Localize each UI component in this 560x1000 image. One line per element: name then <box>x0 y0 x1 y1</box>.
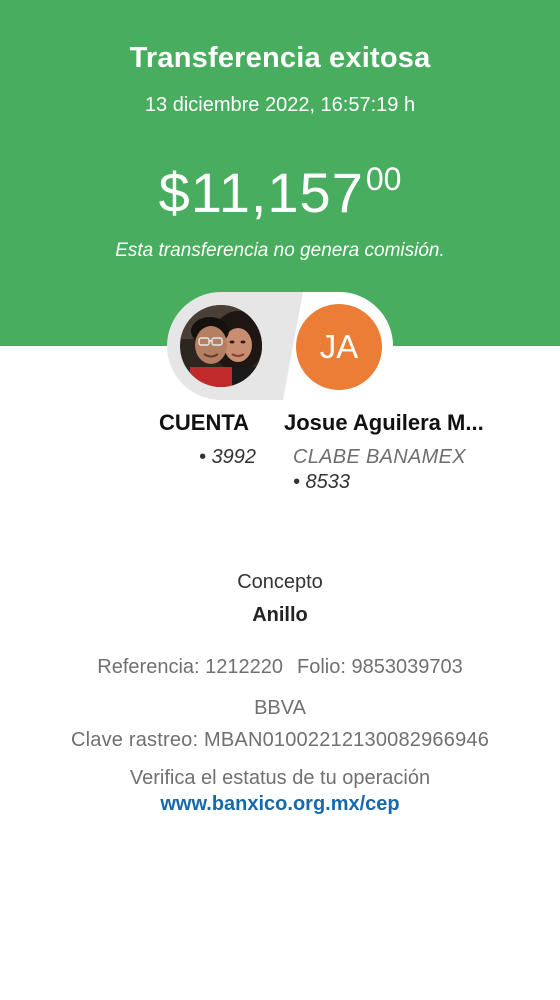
amount-main: $11,157 <box>158 161 364 224</box>
destination-account-number: • 8533 <box>293 471 351 493</box>
transfer-datetime: 13 diciembre 2022, 16:57:19 h <box>144 94 416 116</box>
folio-number: Folio: 9853039703 <box>297 656 463 678</box>
destination-avatar: JA <box>296 304 382 390</box>
verify-text: Verifica el estatus de tu operación <box>129 767 431 789</box>
page-title: Transferencia exitosa <box>129 42 431 74</box>
reference-number: Referencia: 1212220 <box>97 656 283 678</box>
destination-account-name: Josue Aguilera M... <box>284 410 484 435</box>
destination-bank: CLABE BANAMEX <box>293 446 466 468</box>
accounts-pill: JA <box>167 292 393 400</box>
reference-folio-line: Referencia: 1212220 Folio: 9853039703 <box>0 656 560 679</box>
issuing-bank: BBVA <box>254 697 306 719</box>
concept-value: Anillo <box>252 604 308 626</box>
profile-photo-icon <box>180 305 262 387</box>
source-account-number: • 3992 <box>199 446 257 468</box>
banxico-cep-link[interactable]: www.banxico.org.mx/cep <box>0 793 560 816</box>
fee-note: Esta transferencia no genera comisión. <box>115 240 445 261</box>
source-avatar <box>180 305 262 387</box>
tracking-key: Clave rastreo: MBAN01002212130082966946 <box>70 729 490 751</box>
transfer-amount: $11,15700 <box>0 160 560 225</box>
amount-cents: 00 <box>365 161 402 197</box>
source-account-name: CUENTA <box>159 410 250 435</box>
concept-label: Concepto <box>237 571 323 593</box>
